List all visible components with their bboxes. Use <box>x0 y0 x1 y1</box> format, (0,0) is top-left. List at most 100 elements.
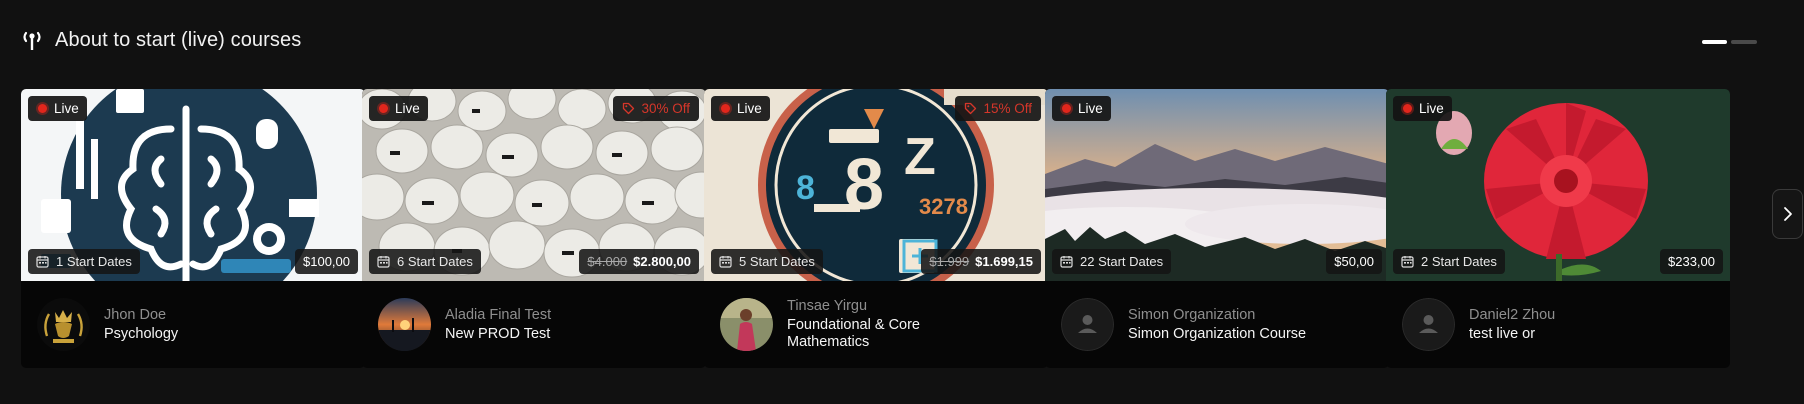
start-dates-text: 6 Start Dates <box>397 254 473 269</box>
price-badge: $233,00 <box>1660 249 1723 274</box>
author-name[interactable]: Jhon Doe <box>104 307 178 323</box>
live-label: Live <box>395 101 420 116</box>
live-badge: Live <box>1393 96 1452 121</box>
carousel-pager[interactable] <box>1702 40 1757 44</box>
calendar-icon <box>1060 256 1073 268</box>
live-dot-icon <box>721 104 730 113</box>
start-dates-text: 2 Start Dates <box>1421 254 1497 269</box>
price-badge: $4.000 $2.800,00 <box>579 249 699 274</box>
section-header: About to start (live) courses <box>21 28 301 52</box>
course-card[interactable]: Live 1 Start Dates $100,00 Jhon Doe Psyc… <box>21 89 365 368</box>
course-thumbnail[interactable]: 8 Z 8 3278 Live 15% Off 5 Start Dates $1… <box>704 89 1048 281</box>
author-name[interactable]: Daniel2 Zhou <box>1469 307 1555 323</box>
pager-dot-active[interactable] <box>1702 40 1727 44</box>
chevron-right-icon <box>1783 207 1792 221</box>
course-info[interactable]: Aladia Final Test New PROD Test <box>362 281 706 368</box>
live-dot-icon <box>1062 104 1071 113</box>
calendar-icon <box>36 256 49 268</box>
person-photo <box>720 298 773 351</box>
course-thumbnail[interactable]: Live 30% Off 6 Start Dates $4.000 $2.800… <box>362 89 706 281</box>
live-dot-icon <box>1403 104 1412 113</box>
start-dates-badge: 22 Start Dates <box>1052 249 1172 274</box>
svg-text:8: 8 <box>796 169 815 207</box>
course-thumbnail[interactable]: Live 2 Start Dates $233,00 <box>1386 89 1730 281</box>
old-price-text: $1.999 <box>929 254 970 269</box>
course-title[interactable]: New PROD Test <box>445 326 551 343</box>
svg-text:Z: Z <box>904 128 936 186</box>
sunset-photo <box>378 298 431 351</box>
author-name[interactable]: Simon Organization <box>1128 307 1306 323</box>
course-title[interactable]: test live or <box>1469 326 1555 343</box>
live-dot-icon <box>38 104 47 113</box>
svg-text:8: 8 <box>844 145 884 225</box>
live-badge: Live <box>1052 96 1111 121</box>
gold-lion-logo <box>37 298 90 351</box>
price-text: $1.699,15 <box>975 254 1033 269</box>
live-badge: Live <box>711 96 770 121</box>
course-thumbnail[interactable]: Live 22 Start Dates $50,00 <box>1045 89 1389 281</box>
start-dates-badge: 5 Start Dates <box>711 249 823 274</box>
start-dates-text: 5 Start Dates <box>739 254 815 269</box>
course-title[interactable]: Simon Organization Course <box>1128 326 1306 343</box>
avatar[interactable] <box>37 298 90 351</box>
course-card[interactable]: Live 30% Off 6 Start Dates $4.000 $2.800… <box>362 89 706 368</box>
price-text: $2.800,00 <box>633 254 691 269</box>
live-label: Live <box>54 101 79 116</box>
calendar-icon <box>1401 256 1414 268</box>
discount-text: 15% Off <box>983 101 1032 116</box>
price-badge: $100,00 <box>295 249 358 274</box>
course-title-line1[interactable]: Foundational & Core <box>787 317 920 334</box>
course-texts: Simon Organization Simon Organization Co… <box>1128 307 1306 343</box>
avatar[interactable] <box>1061 298 1114 351</box>
course-card[interactable]: Live 22 Start Dates $50,00 Simon Organiz… <box>1045 89 1389 368</box>
course-texts: Tinsae Yirgu Foundational & Core Mathema… <box>787 298 920 351</box>
calendar-icon <box>719 256 732 268</box>
live-badge: Live <box>369 96 428 121</box>
course-title[interactable]: Psychology <box>104 326 178 343</box>
start-dates-badge: 2 Start Dates <box>1393 249 1505 274</box>
course-card[interactable]: 8 Z 8 3278 Live 15% Off 5 Start Dates $1… <box>704 89 1048 368</box>
course-info[interactable]: Jhon Doe Psychology <box>21 281 365 368</box>
old-price-text: $4.000 <box>587 254 628 269</box>
live-label: Live <box>1078 101 1103 116</box>
author-name[interactable]: Tinsae Yirgu <box>787 298 920 314</box>
tag-icon <box>965 102 977 115</box>
course-info[interactable]: Daniel2 Zhou test live or <box>1386 281 1730 368</box>
course-texts: Daniel2 Zhou test live or <box>1469 307 1555 343</box>
avatar[interactable] <box>1402 298 1455 351</box>
avatar[interactable] <box>378 298 431 351</box>
calendar-icon <box>377 256 390 268</box>
course-thumbnail[interactable]: Live 1 Start Dates $100,00 <box>21 89 365 281</box>
price-text: $233,00 <box>1668 254 1715 269</box>
discount-badge: 15% Off <box>955 96 1041 121</box>
live-label: Live <box>737 101 762 116</box>
default-user-icon <box>1402 298 1455 351</box>
pager-dot-inactive[interactable] <box>1731 40 1757 44</box>
start-dates-badge: 6 Start Dates <box>369 249 481 274</box>
price-text: $100,00 <box>303 254 350 269</box>
course-info[interactable]: Tinsae Yirgu Foundational & Core Mathema… <box>704 281 1048 368</box>
course-info[interactable]: Simon Organization Simon Organization Co… <box>1045 281 1389 368</box>
course-texts: Jhon Doe Psychology <box>104 307 178 343</box>
avatar[interactable] <box>720 298 773 351</box>
section-title: About to start (live) courses <box>55 28 302 51</box>
start-dates-text: 22 Start Dates <box>1080 254 1164 269</box>
svg-text:3278: 3278 <box>919 194 968 219</box>
carousel-next-button[interactable] <box>1772 189 1803 239</box>
discount-text: 30% Off <box>641 101 690 116</box>
price-badge: $50,00 <box>1326 249 1382 274</box>
antenna-icon <box>23 31 41 50</box>
course-card[interactable]: Live 2 Start Dates $233,00 Daniel2 Zhou … <box>1386 89 1730 368</box>
author-name[interactable]: Aladia Final Test <box>445 307 551 323</box>
default-user-icon <box>1061 298 1114 351</box>
live-dot-icon <box>379 104 388 113</box>
price-badge: $1.999 $1.699,15 <box>921 249 1041 274</box>
course-texts: Aladia Final Test New PROD Test <box>445 307 551 343</box>
live-label: Live <box>1419 101 1444 116</box>
course-carousel: Live 1 Start Dates $100,00 Jhon Doe Psyc… <box>21 89 1793 369</box>
discount-badge: 30% Off <box>613 96 699 121</box>
course-title-line2[interactable]: Mathematics <box>787 334 920 351</box>
live-badge: Live <box>28 96 87 121</box>
start-dates-text: 1 Start Dates <box>56 254 132 269</box>
start-dates-badge: 1 Start Dates <box>28 249 140 274</box>
